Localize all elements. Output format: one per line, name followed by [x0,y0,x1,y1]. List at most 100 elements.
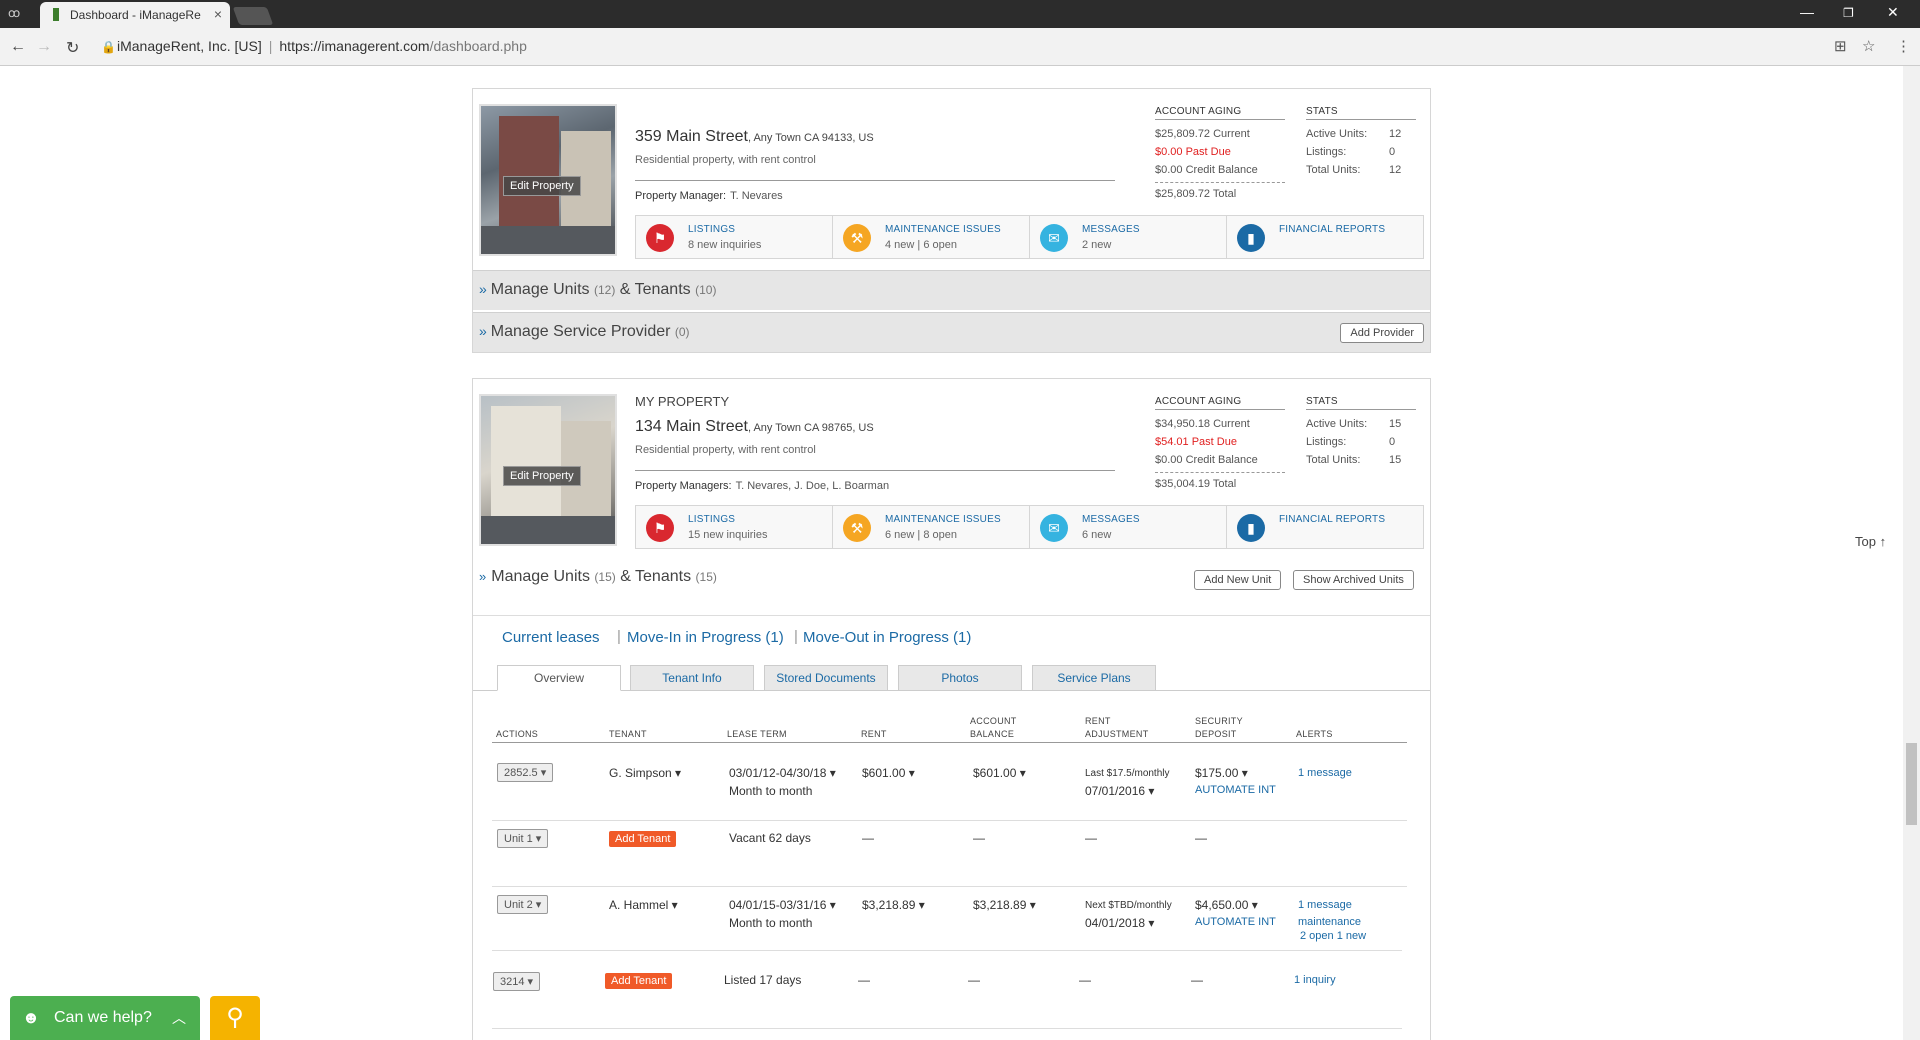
quick-link-financial[interactable]: ▮ FINANCIAL REPORTS [1227,216,1423,258]
automate-int-link[interactable]: AUTOMATE INT [1195,784,1276,796]
stats-title: STATS [1306,106,1416,120]
bookmark-star-icon[interactable]: ☆ [1862,37,1875,55]
lease-term[interactable]: 04/01/15-03/31/16 ▾ [729,898,836,912]
back-to-top-link[interactable]: Top ↑ [1855,534,1886,549]
scrollbar[interactable] [1903,66,1920,1040]
quick-link-messages[interactable]: ✉ MESSAGES 2 new [1030,216,1227,258]
rent-adjustment: — [1085,831,1097,845]
envelope-icon: ✉ [1040,224,1068,252]
bar-label: & Tenants [619,281,691,298]
add-new-unit-button[interactable]: Add New Unit [1194,570,1282,590]
add-tenant-button[interactable]: Add Tenant [609,831,677,847]
manage-units-header[interactable]: » Manage Units (15) & Tenants (15) [479,568,717,586]
tab-stored-documents[interactable]: Stored Documents [764,665,888,691]
quick-link-listings[interactable]: ⚑ LISTINGS 8 new inquiries [636,216,833,258]
alert-maintenance-link[interactable]: maintenance [1298,916,1361,928]
close-window-icon[interactable]: ✕ [1887,4,1899,21]
divider [1155,182,1285,183]
rent-adjustment: Next $TBD/monthly [1085,900,1172,911]
rent-adjustment-date[interactable]: 07/01/2016 ▾ [1085,784,1154,798]
alert-maintenance-counts[interactable]: 2 open 1 new [1300,930,1366,942]
tenant-name[interactable]: G. Simpson ▾ [609,766,681,780]
translate-icon[interactable]: ⊞ [1834,37,1847,55]
stat-active-label: Active Units: [1306,418,1368,430]
provider-count: (0) [674,325,690,339]
deposit-value[interactable]: $175.00 ▾ [1195,766,1248,780]
bar-label: & Tenants [620,568,692,585]
aging-current: $25,809.72 Current [1155,128,1250,140]
current-leases-link[interactable]: Current leases [502,629,600,646]
search-icon[interactable]: ⚲ [210,996,260,1040]
listing-status: Listed 17 days [724,973,802,987]
forward-icon[interactable]: → [36,38,52,56]
restore-icon[interactable]: ❐ [1843,6,1854,20]
reload-icon[interactable]: ↻ [66,38,79,58]
tab-overview[interactable]: Overview [497,665,621,691]
add-tenant-button[interactable]: Add Tenant [605,973,673,989]
quick-link-financial[interactable]: ▮ FINANCIAL REPORTS [1227,506,1423,548]
property-city: , Any Town CA 98765, US [747,422,874,434]
lease-term[interactable]: 03/01/12-04/30/18 ▾ [729,766,836,780]
tab-photos[interactable]: Photos [898,665,1022,691]
url-path: /dashboard.php [429,38,527,54]
menu-icon[interactable]: ⋮ [1896,37,1911,55]
col-alerts: ALERTS [1296,729,1333,739]
deposit-value[interactable]: $4,650.00 ▾ [1195,898,1258,912]
separator: | [617,628,621,645]
tenant-name[interactable]: A. Hammel ▾ [609,898,678,912]
quick-link-maintenance[interactable]: ⚒ MAINTENANCE ISSUES 6 new | 8 open [833,506,1030,548]
move-in-link[interactable]: Move-In in Progress (1) [627,629,784,646]
aging-past-due: $0.00 Past Due [1155,146,1231,158]
move-out-link[interactable]: Move-Out in Progress (1) [803,629,971,646]
unit-dropdown[interactable]: 2852.5 ▾ [497,763,554,782]
quick-sub: 6 new | 8 open [885,529,957,541]
manage-units-bar[interactable]: » Manage Units (12) & Tenants (10) [473,270,1430,310]
balance-value[interactable]: $3,218.89 ▾ [973,898,1036,912]
rent-value[interactable]: $3,218.89 ▾ [862,898,925,912]
manage-provider-bar[interactable]: » Manage Service Provider (0) Add Provide… [473,312,1430,352]
expand-icon: » [479,281,487,297]
divider [635,180,1115,181]
manager-names: T. Nevares, J. Doe, L. Boarman [735,480,890,492]
help-chat-widget[interactable]: ☻ Can we help? ︿ [10,996,200,1040]
tab-service-plans[interactable]: Service Plans [1032,665,1156,691]
address-bar[interactable]: iManageRent, Inc. [US] | https://imanagere… [117,38,527,54]
account-aging-title: ACCOUNT AGING [1155,106,1285,120]
quick-link-listings[interactable]: ⚑ LISTINGS 15 new inquiries [636,506,833,548]
browser-tab[interactable]: Dashboard - iManageRe × [40,2,230,28]
scrollbar-thumb[interactable] [1906,743,1917,825]
close-tab-icon[interactable]: × [214,6,222,22]
quick-links: ⚑ LISTINGS 8 new inquiries ⚒ MAINTENANCE IS… [635,215,1424,259]
rent-adjustment-date[interactable]: 04/01/2018 ▾ [1085,916,1154,930]
minimize-icon[interactable]: — [1800,4,1814,20]
property-photo: Edit Property [479,394,617,546]
tab-tenant-info[interactable]: Tenant Info [630,665,754,691]
bar-label: Manage Units [490,281,590,298]
show-archived-units-button[interactable]: Show Archived Units [1293,570,1414,590]
quick-link-maintenance[interactable]: ⚒ MAINTENANCE ISSUES 4 new | 6 open [833,216,1030,258]
add-provider-button[interactable]: Add Provider [1340,323,1424,343]
property-street: 359 Main Street [635,128,748,145]
back-icon[interactable]: ← [10,38,26,56]
row-divider [492,886,1407,887]
property-address: 359 Main Street, Any Town CA 94133, US [635,128,874,146]
col-balance: BALANCE [970,729,1015,739]
unit-dropdown[interactable]: Unit 1 ▾ [497,829,549,848]
unit-dropdown[interactable]: 3214 ▾ [493,972,541,991]
new-tab-button[interactable] [232,7,274,25]
col-tenant: TENANT [609,729,647,739]
alert-message-link[interactable]: 1 message [1298,899,1352,911]
rent-value[interactable]: $601.00 ▾ [862,766,915,780]
divider [1155,472,1285,473]
alert-inquiry-link[interactable]: 1 inquiry [1294,974,1336,986]
edit-property-button[interactable]: Edit Property [503,466,581,486]
favicon-icon [53,8,59,21]
col-adjustment: ADJUSTMENT [1085,729,1149,739]
unit-dropdown[interactable]: Unit 2 ▾ [497,895,549,914]
quick-link-messages[interactable]: ✉ MESSAGES 6 new [1030,506,1227,548]
edit-property-button[interactable]: Edit Property [503,176,581,196]
balance-value: — [973,831,985,845]
alert-message-link[interactable]: 1 message [1298,767,1352,779]
automate-int-link[interactable]: AUTOMATE INT [1195,916,1276,928]
balance-value[interactable]: $601.00 ▾ [973,766,1026,780]
